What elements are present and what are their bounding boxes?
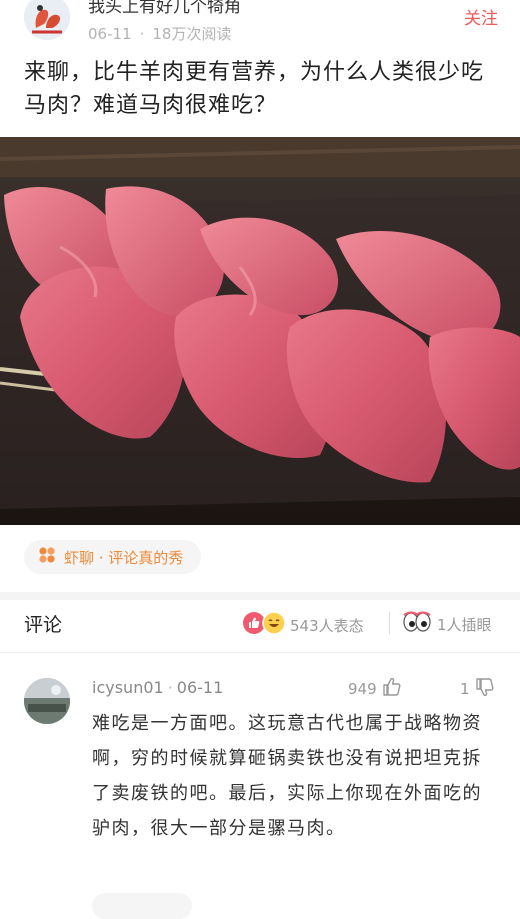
laugh-reaction-icon	[262, 611, 286, 639]
reactions-count: 543人表态	[290, 616, 364, 635]
post-views: 18万次阅读	[152, 25, 232, 43]
peek-summary[interactable]: 1人插眼	[403, 611, 492, 637]
peek-count: 1人插眼	[437, 615, 492, 634]
thumbs-up-icon	[381, 676, 403, 702]
meta-separator: ·	[167, 678, 173, 697]
commenter-avatar[interactable]	[24, 678, 70, 724]
dislike-button[interactable]: 1	[460, 676, 496, 702]
flower-icon	[38, 546, 56, 568]
post-date: 06-11	[88, 25, 132, 43]
topic-label: 虾聊 · 评论真的秀	[64, 548, 184, 567]
reactions-summary[interactable]: 543人表态	[242, 611, 364, 639]
thumbs-down-icon	[474, 676, 496, 702]
commenter-name[interactable]: icysun01	[92, 678, 164, 697]
post-photo[interactable]	[0, 137, 520, 525]
author-name[interactable]: 我头上有好几个犄角	[88, 0, 241, 17]
post-header: 我头上有好几个犄角 06-11 · 18万次阅读 关注	[0, 0, 520, 50]
post-title: 来聊，比牛羊肉更有营养，为什么人类很少吃马肉？难道马肉很难吃？	[24, 60, 485, 118]
header-divider	[0, 652, 520, 653]
like-button[interactable]: 949	[348, 676, 403, 702]
comment-date: 06-11	[176, 678, 224, 697]
author-avatar[interactable]	[24, 0, 70, 40]
reply-preview[interactable]	[92, 893, 192, 919]
comment-meta: icysun01 · 06-11	[92, 678, 223, 697]
meta-separator: ·	[139, 25, 145, 43]
topic-chip[interactable]: 虾聊 · 评论真的秀	[24, 540, 202, 574]
peek-eyes-icon	[403, 611, 431, 637]
post-meta: 06-11 · 18万次阅读	[88, 23, 231, 44]
like-count: 949	[348, 680, 377, 698]
comment-body: 难吃是一方面吧。这玩意古代也属于战略物资啊，穷的时候就算砸锅卖铁也没有说把坦克拆…	[92, 713, 482, 839]
header-separator	[389, 612, 390, 634]
comments-title: 评论	[24, 614, 63, 636]
follow-button[interactable]: 关注	[464, 4, 498, 29]
section-divider	[0, 592, 520, 600]
dislike-count: 1	[460, 680, 470, 698]
